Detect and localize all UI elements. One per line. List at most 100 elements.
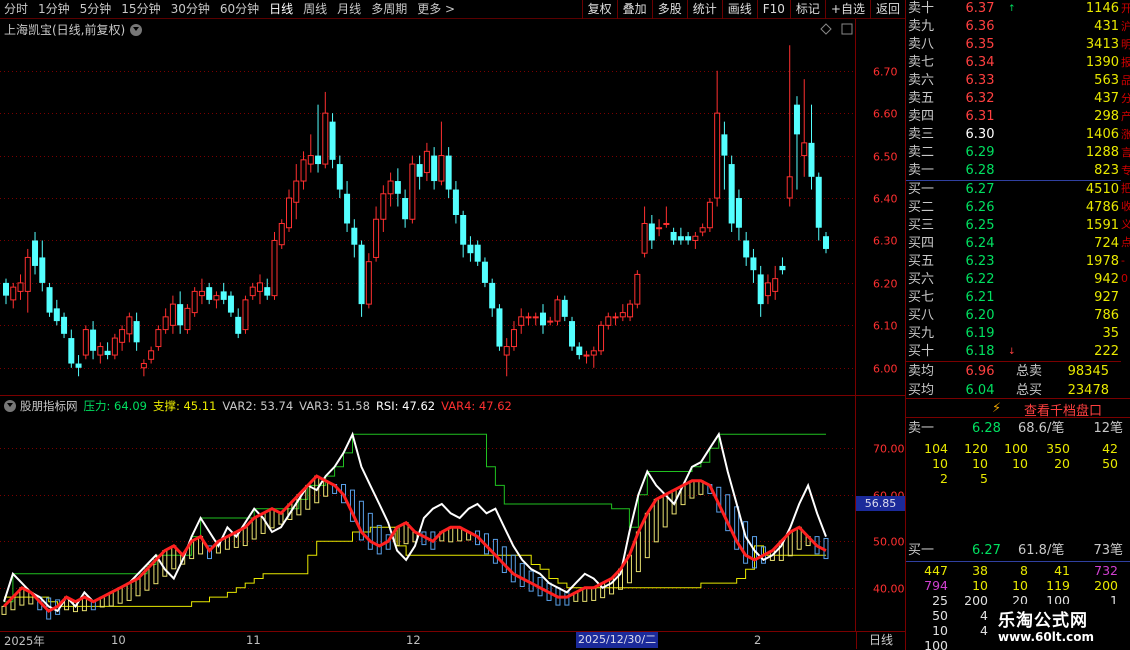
bid-level-row[interactable]: 买七 6.21 927 xyxy=(906,289,1121,307)
ask-level-row[interactable]: 卖四 6.31 298 xyxy=(906,108,1121,126)
candle xyxy=(191,287,198,317)
period-intraday[interactable]: 分时 xyxy=(0,0,34,19)
x-label-nov: 11 xyxy=(246,633,261,647)
candle-body xyxy=(598,324,605,352)
candle xyxy=(764,274,771,305)
ask-level-row[interactable]: 卖五 6.32 437 xyxy=(906,90,1121,108)
queue-order-size: 4 xyxy=(980,608,988,623)
candle xyxy=(322,91,329,169)
candle-body xyxy=(445,155,452,190)
candle-body xyxy=(140,363,147,369)
view-thousand-levels-button[interactable]: 查看千档盘口 xyxy=(1024,400,1102,419)
bid-level-label: 买七 xyxy=(908,290,935,305)
candle-body xyxy=(815,176,822,228)
candle xyxy=(61,312,68,339)
buy1-price: 6.27 xyxy=(972,543,1001,558)
bid-level-volume: 35 xyxy=(1102,326,1119,341)
bid-level-row[interactable]: 买六 6.22 942 xyxy=(906,271,1121,289)
bid-level-row[interactable]: 买一 6.27 4510 xyxy=(906,181,1121,199)
candle xyxy=(242,295,249,334)
bid-level-row[interactable]: 买十 6.18 ↓ 222 xyxy=(906,343,1121,361)
candle-body xyxy=(162,316,169,331)
ask-level-row[interactable]: 卖三 6.30 1406 xyxy=(906,126,1121,144)
candle-body xyxy=(53,308,60,322)
candle-body xyxy=(641,222,648,254)
candle-body xyxy=(373,218,380,258)
ask-level-label: 卖九 xyxy=(908,19,935,34)
bid-level-price: 6.20 xyxy=(965,308,995,323)
draw-line-button[interactable]: 画线 xyxy=(721,0,757,19)
ask-level-row[interactable]: 卖七 6.34 1390 xyxy=(906,54,1121,72)
statistics-button[interactable]: 统计 xyxy=(686,0,722,19)
mark-button[interactable]: 标记 xyxy=(789,0,825,19)
bid-level-label: 买九 xyxy=(908,326,935,341)
f10-button[interactable]: F10 xyxy=(756,0,790,19)
period-30min[interactable]: 30分钟 xyxy=(167,0,216,19)
candle xyxy=(670,227,677,245)
candle xyxy=(140,359,147,377)
bid-level-row[interactable]: 买八 6.20 786 xyxy=(906,307,1121,325)
chart-area[interactable]: 6.00 6.10 6.20 6.30 6.40 6.50 6.60 6.70 40.00 50… xyxy=(0,19,905,631)
multi-stock-button[interactable]: 多股 xyxy=(651,0,687,19)
candle-body xyxy=(148,350,155,360)
ask-level-volume: 1288 xyxy=(1085,145,1119,160)
x-label-feb: 2 xyxy=(754,633,762,647)
queue-order-size: 25 xyxy=(932,593,948,608)
candle xyxy=(198,278,205,305)
period-60min[interactable]: 60分钟 xyxy=(216,0,265,19)
period-multi[interactable]: 多周期 xyxy=(367,0,413,19)
period-more[interactable]: 更多 > xyxy=(413,0,461,19)
candle-body xyxy=(823,236,829,249)
ask-level-row[interactable]: 卖二 6.29 1288 xyxy=(906,144,1121,162)
candle xyxy=(387,172,394,207)
price-tick-label: 6.40 xyxy=(873,193,898,206)
bid-level-row[interactable]: 买四 6.24 724 xyxy=(906,235,1121,253)
candle xyxy=(641,206,648,258)
restore-rights-button[interactable]: 复权 xyxy=(581,0,617,19)
bid-level-row[interactable]: 买九 6.19 35 xyxy=(906,325,1121,343)
bid-level-row[interactable]: 买二 6.26 4786 xyxy=(906,199,1121,217)
ask-level-row[interactable]: 卖九 6.36 431 xyxy=(906,18,1121,36)
candle xyxy=(53,299,60,326)
side-strip-char: 义 xyxy=(1121,218,1130,231)
period-1min[interactable]: 1分钟 xyxy=(34,0,76,19)
side-info-strip[interactable]: 开沪明报品分产涨言专把收义点 - 0 xyxy=(1121,0,1130,360)
candle xyxy=(663,206,670,228)
candle xyxy=(351,219,358,258)
ask-level-row[interactable]: 卖六 6.33 563 xyxy=(906,72,1121,90)
period-5min[interactable]: 5分钟 xyxy=(76,0,118,19)
indicator-cursor-value: 56.85 xyxy=(856,496,905,511)
candle xyxy=(162,308,169,334)
period-weekly[interactable]: 周线 xyxy=(299,0,333,19)
candle xyxy=(126,312,133,343)
stock-title: 上海凯宝(日线,前复权) xyxy=(4,23,126,37)
period-daily[interactable]: 日线 xyxy=(265,0,299,19)
quote-panel: 卖十 6.37 ↑ 1146 卖九 6.36 431 卖八 6.35 3413 卖七 6.34 1390… xyxy=(905,0,1130,650)
queue-order-size: 38 xyxy=(972,563,988,578)
ask-level-label: 卖六 xyxy=(908,73,935,88)
ask-level-row[interactable]: 卖一 6.28 823 xyxy=(906,162,1121,180)
chevron-down-icon[interactable] xyxy=(4,400,16,412)
candlestick-series xyxy=(3,45,829,377)
chevron-down-icon[interactable] xyxy=(130,23,143,36)
bid-levels: 买一 6.27 4510 买二 6.26 4786 买三 6.25 1591 买四 6.24 724 买… xyxy=(906,181,1121,361)
time-axis: 2025年 10 11 12 2 xyxy=(0,631,905,650)
candle-body xyxy=(322,112,329,165)
period-monthly[interactable]: 月线 xyxy=(333,0,367,19)
back-button[interactable]: 返回 xyxy=(869,0,905,19)
indicator-value-支撑: 支撑: 45.11 xyxy=(152,399,217,413)
period-toolbar: 分时 1分钟 5分钟 15分钟 30分钟 60分钟 日线 周线 月线 多周期 更… xyxy=(0,0,905,19)
candle-body xyxy=(68,338,75,364)
candle xyxy=(648,215,655,249)
ask-level-row[interactable]: 卖八 6.35 3413 xyxy=(906,36,1121,54)
add-watchlist-button[interactable]: +自选 xyxy=(824,0,870,19)
ask-level-row[interactable]: 卖十 6.37 ↑ 1146 xyxy=(906,0,1121,18)
period-15min[interactable]: 15分钟 xyxy=(117,0,166,19)
bid-level-row[interactable]: 买三 6.25 1591 xyxy=(906,217,1121,235)
candle-body xyxy=(583,354,590,357)
bid-level-row[interactable]: 买五 6.23 1978 xyxy=(906,253,1121,271)
candle-body xyxy=(97,346,104,356)
candle-body xyxy=(656,227,663,230)
indicator-name[interactable]: 股朋指标网 xyxy=(20,398,78,414)
overlay-button[interactable]: 叠加 xyxy=(616,0,652,19)
